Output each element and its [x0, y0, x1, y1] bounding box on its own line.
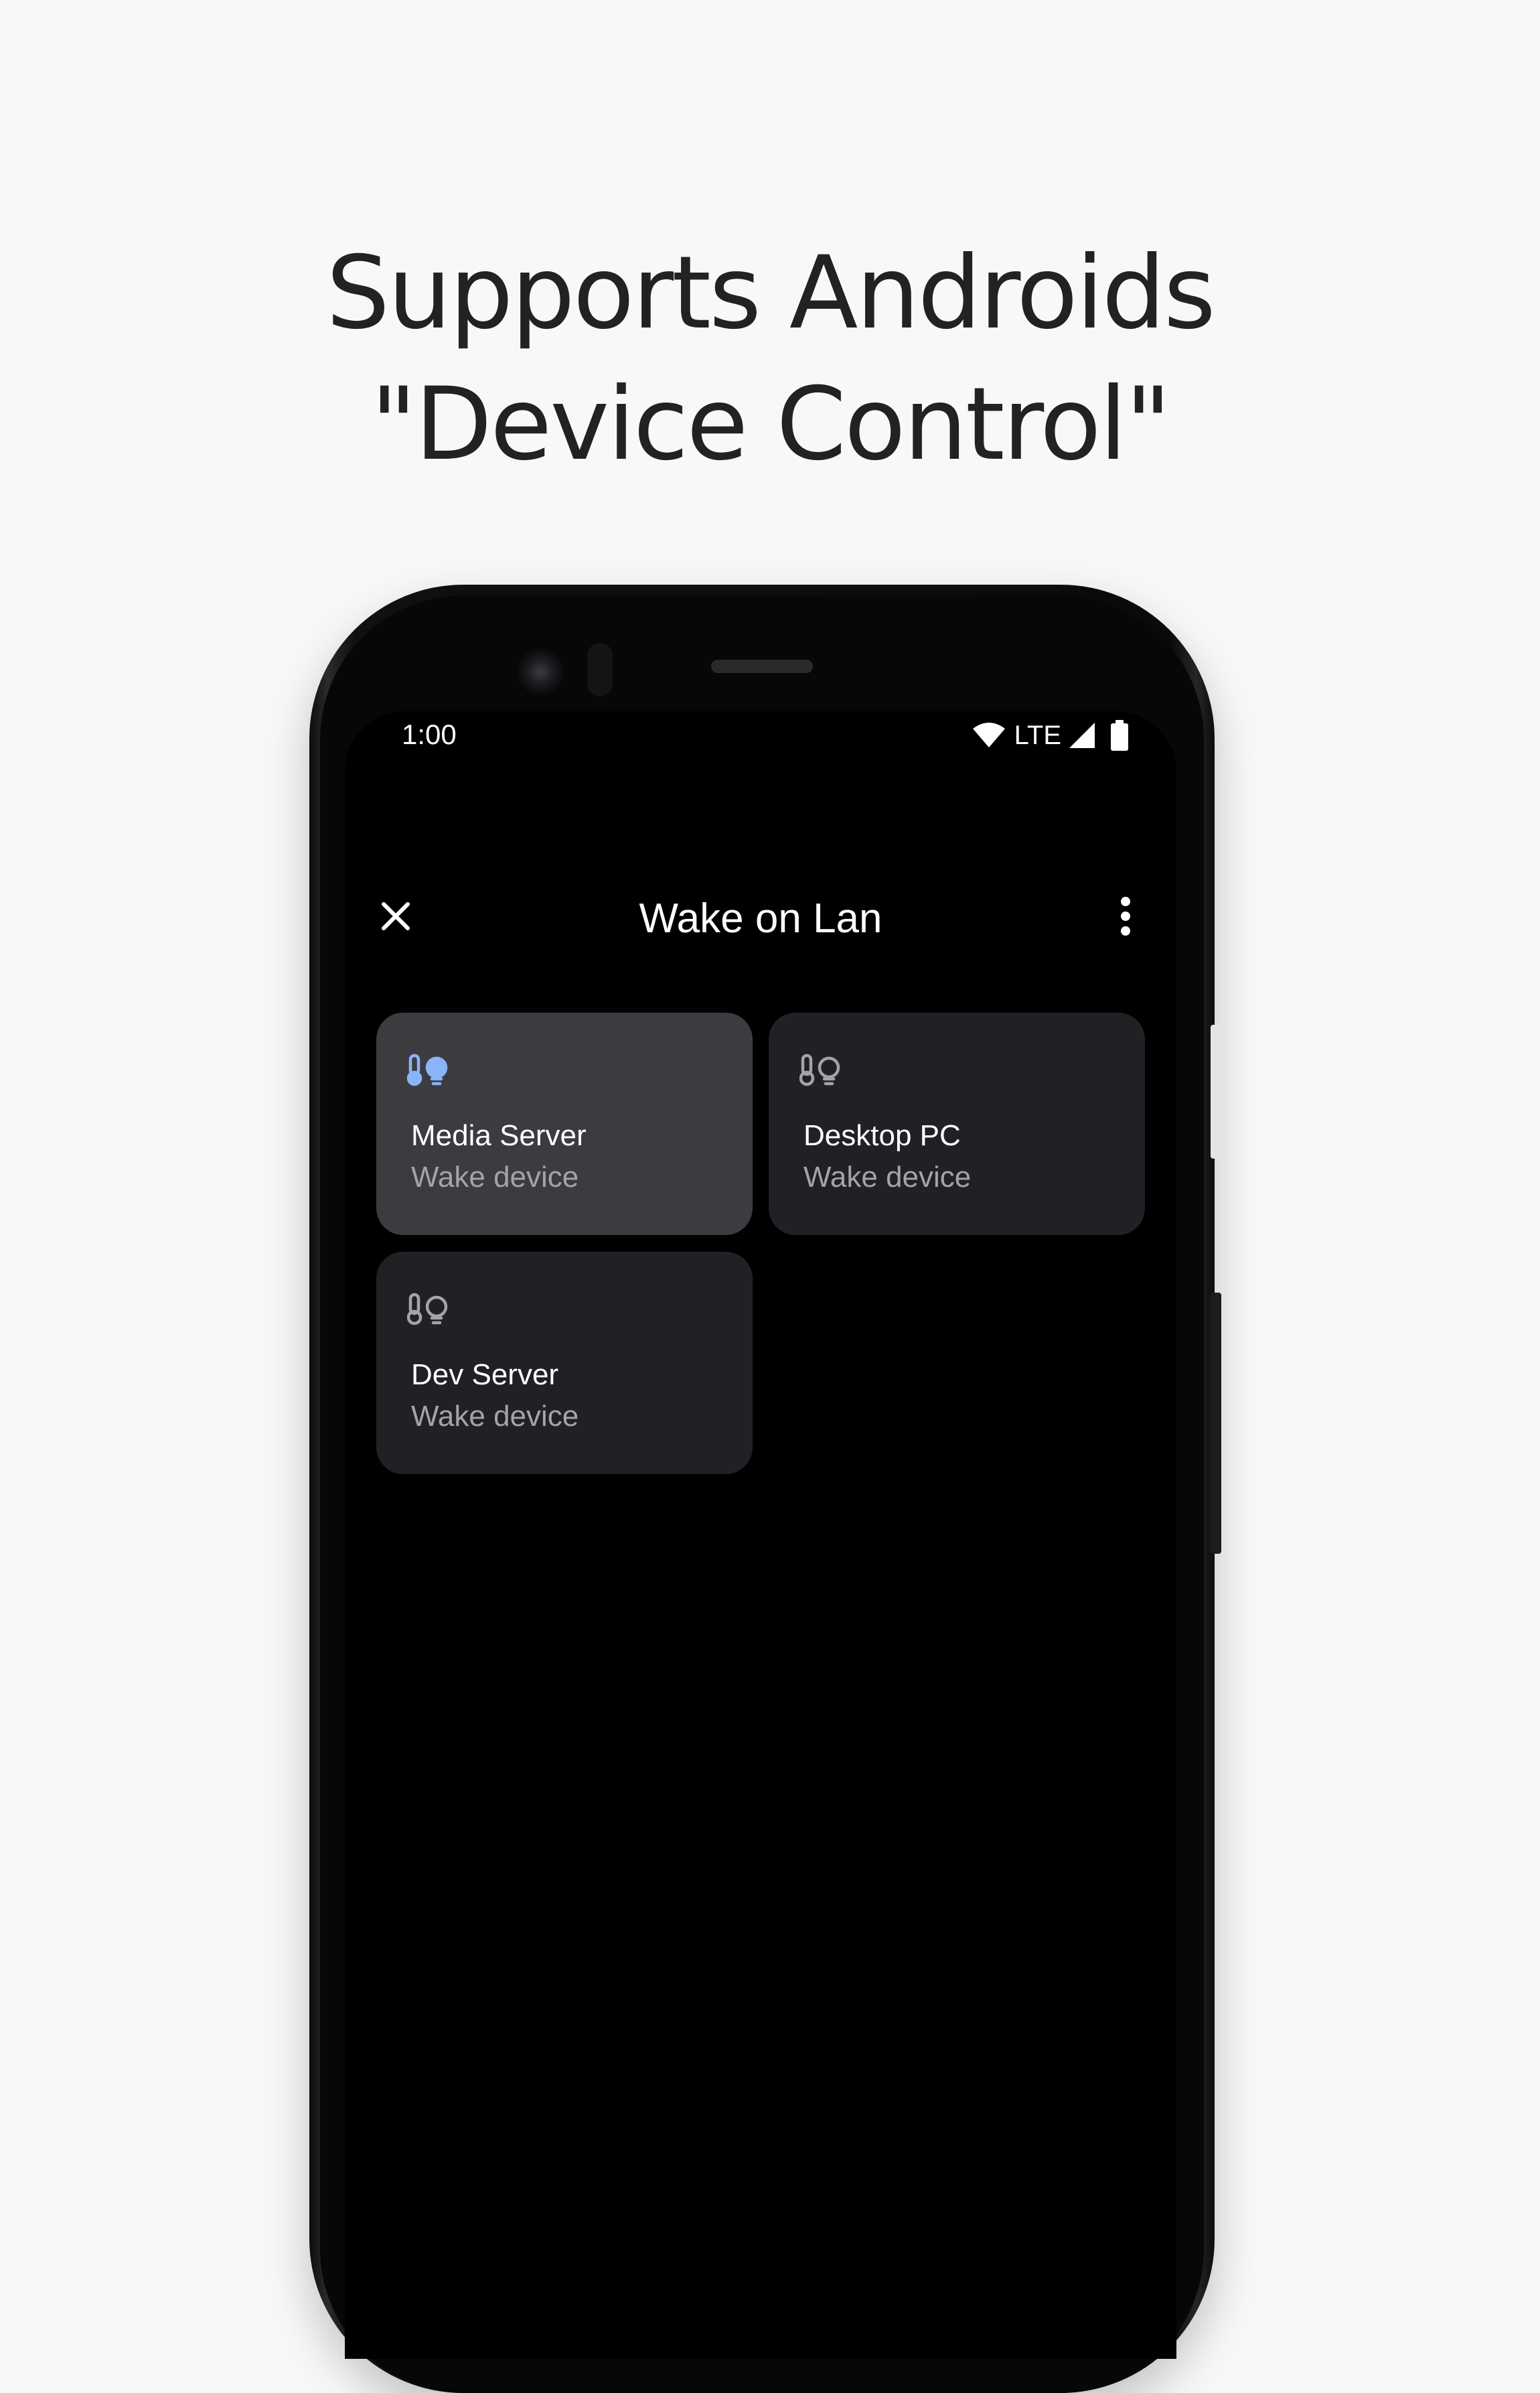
- more-vert-icon: [1121, 897, 1130, 936]
- thermometer-bulb-icon: [407, 1054, 448, 1086]
- battery-icon: [1111, 720, 1128, 751]
- status-time: 1:00: [402, 719, 457, 750]
- overflow-menu-button[interactable]: [1101, 892, 1150, 940]
- close-button[interactable]: [372, 892, 420, 940]
- earpiece-speaker: [711, 660, 813, 673]
- wifi-icon: [972, 723, 1005, 747]
- headline-line-2: "Device Control": [370, 366, 1172, 483]
- proximity-sensor: [587, 643, 613, 697]
- status-bar: 1:00 LTE: [345, 711, 1176, 758]
- network-type-label: LTE: [1014, 721, 1061, 750]
- phone-screen: 1:00 LTE Wake on Lan Media Server Wake d…: [345, 711, 1176, 2359]
- device-status: Wake device: [803, 1161, 972, 1193]
- device-name: Dev Server: [411, 1358, 559, 1391]
- phone-power-button: [1211, 1025, 1221, 1159]
- headline: Supports Androids "Device Control": [0, 228, 1540, 490]
- device-tile-media-server[interactable]: Media Server Wake device: [376, 1013, 753, 1235]
- status-icons: LTE: [972, 719, 1130, 751]
- device-name: Media Server: [411, 1119, 587, 1152]
- front-camera: [517, 648, 564, 695]
- app-title: Wake on Lan: [639, 895, 882, 942]
- device-status: Wake device: [411, 1400, 579, 1433]
- device-status: Wake device: [411, 1161, 579, 1193]
- cell-signal-icon: [1069, 723, 1095, 748]
- device-tile-dev-server[interactable]: Dev Server Wake device: [376, 1252, 753, 1474]
- phone-volume-button: [1211, 1293, 1221, 1554]
- thermometer-bulb-icon: [799, 1054, 840, 1086]
- app-bar: Wake on Lan: [345, 879, 1176, 952]
- headline-line-1: Supports Androids: [326, 235, 1216, 352]
- device-tile-desktop-pc[interactable]: Desktop PC Wake device: [769, 1013, 1145, 1235]
- device-name: Desktop PC: [803, 1119, 961, 1152]
- thermometer-bulb-icon: [407, 1293, 448, 1325]
- close-icon: [382, 902, 410, 930]
